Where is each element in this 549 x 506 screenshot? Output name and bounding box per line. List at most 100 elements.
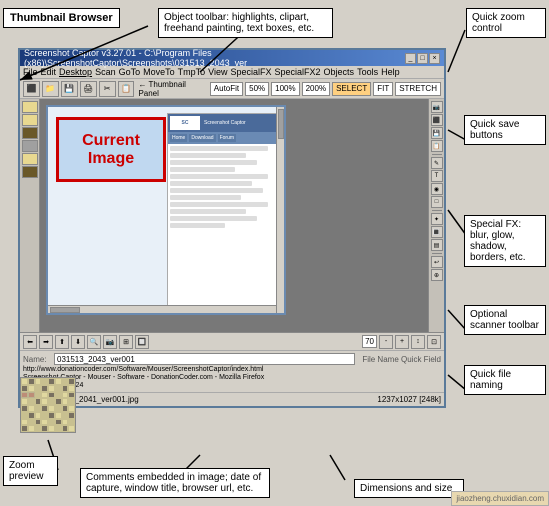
toolbar-btn-2[interactable]: 📁	[42, 81, 59, 97]
thumb-item-4[interactable]	[22, 140, 38, 152]
menu-edit[interactable]: Edit	[41, 67, 57, 77]
thumb-item-1[interactable]	[22, 101, 38, 113]
menu-file[interactable]: File	[23, 67, 38, 77]
toolbar-btn-3[interactable]: 💾	[61, 81, 78, 97]
menu-goto[interactable]: GoTo	[119, 67, 141, 77]
select-btn[interactable]: SELECT	[332, 82, 371, 96]
wp-header: SC Screenshot Captor	[168, 114, 281, 132]
btb-1[interactable]: ⬅	[23, 335, 37, 349]
rtb-3[interactable]: 💾	[431, 127, 443, 139]
zoom-value: 70	[362, 335, 377, 348]
menu-specialfx[interactable]: SpecialFX	[230, 67, 271, 77]
menu-tmpto[interactable]: TmpTo	[178, 67, 206, 77]
zc61	[48, 425, 55, 432]
btb-3[interactable]: ⬆	[55, 335, 69, 349]
thumb-item-3[interactable]	[22, 127, 38, 139]
horizontal-scrollbar[interactable]	[48, 305, 276, 313]
zc48	[68, 412, 75, 419]
app-bottom: ⬅ ➡ ⬆ ⬇ 🔍 📷 ⊞ 🔲 70 - + ↕ ⊡ Name: File Na…	[20, 332, 444, 406]
thumbnail-browser-annotation: Thumbnail Browser	[3, 8, 120, 28]
stretch-btn[interactable]: STRETCH	[395, 82, 441, 96]
current-image-text: Current Image	[59, 132, 163, 167]
zoom-scroll[interactable]: ↕	[411, 335, 425, 349]
rtb-5[interactable]: ✎	[431, 157, 443, 169]
vertical-scrollbar[interactable]	[276, 107, 284, 313]
thumbnail-panel-label: ← Thumbnail Panel	[136, 80, 205, 98]
rtb-11[interactable]: ▤	[431, 239, 443, 251]
hscroll-thumb[interactable]	[50, 307, 80, 313]
thumb-item-6[interactable]	[22, 166, 38, 178]
zc2	[28, 378, 35, 385]
thumb-item-2[interactable]	[22, 114, 38, 126]
btb-8[interactable]: 🔲	[135, 335, 149, 349]
zc16	[68, 385, 75, 392]
window-controls: _ □ ×	[405, 53, 440, 64]
zoom-fit[interactable]: ⊡	[427, 335, 441, 349]
app-window: Screenshot Captor v3.27.01 - C:\Program …	[18, 48, 446, 408]
btb-4[interactable]: ⬇	[71, 335, 85, 349]
btb-5[interactable]: 🔍	[87, 335, 101, 349]
autofit-btn[interactable]: AutoFit	[210, 82, 243, 96]
rtb-13[interactable]: ⊕	[431, 269, 443, 281]
rtb-6[interactable]: T	[431, 170, 443, 182]
menu-moveto[interactable]: MoveTo	[143, 67, 175, 77]
screenshot-frame: Current Image SC Screenshot Captor Home …	[46, 105, 286, 315]
menu-objects[interactable]: Objects	[324, 67, 355, 77]
btb-6[interactable]: 📷	[103, 335, 117, 349]
rtb-1[interactable]: 📷	[431, 101, 443, 113]
zoom-increase[interactable]: +	[395, 335, 409, 349]
file-name-field[interactable]	[54, 353, 355, 365]
app-title: Screenshot Captor v3.27.01 - C:\Program …	[24, 48, 405, 68]
menu-tools[interactable]: Tools	[357, 67, 378, 77]
zc45	[48, 412, 55, 419]
zc44	[41, 412, 48, 419]
zc24	[68, 392, 75, 399]
rtb-sep2	[432, 210, 442, 211]
fit-btn[interactable]: FIT	[373, 82, 393, 96]
rtb-9[interactable]: ✦	[431, 213, 443, 225]
menu-help[interactable]: Help	[381, 67, 400, 77]
zoom-decrease[interactable]: -	[379, 335, 393, 349]
zc25	[21, 398, 28, 405]
zc62	[55, 425, 62, 432]
close-button[interactable]: ×	[429, 53, 440, 64]
zc9	[21, 385, 28, 392]
thumb-item-5[interactable]	[22, 153, 38, 165]
menu-scan[interactable]: Scan	[95, 67, 116, 77]
menu-view[interactable]: View	[208, 67, 227, 77]
url-value: http://www.donationcoder.com/Software/Mo…	[23, 366, 263, 373]
zc17	[21, 392, 28, 399]
quick-file-annotation: Quick file naming	[464, 365, 546, 395]
toolbar-btn-4[interactable]: 🖨	[80, 81, 97, 97]
rtb-sep3	[432, 253, 442, 254]
rtb-10[interactable]: 🔳	[431, 226, 443, 238]
toolbar-btn-5[interactable]: ✂	[99, 81, 116, 97]
minimize-button[interactable]: _	[405, 53, 416, 64]
rtb-2[interactable]: ⬛	[431, 114, 443, 126]
toolbar-btn-6[interactable]: 📋	[118, 81, 135, 97]
zc13	[48, 385, 55, 392]
btb-7[interactable]: ⊞	[119, 335, 133, 349]
scroll-thumb[interactable]	[278, 109, 284, 139]
rtb-sep1	[432, 154, 442, 155]
zc51	[35, 419, 42, 426]
rtb-12[interactable]: ↩	[431, 256, 443, 268]
zc40	[68, 405, 75, 412]
maximize-button[interactable]: □	[417, 53, 428, 64]
toolbar-btn-1[interactable]: ⬛	[23, 81, 40, 97]
zoom-50[interactable]: 50%	[245, 82, 269, 96]
rtb-8[interactable]: □	[431, 196, 443, 208]
menu-desktop[interactable]: Desktop	[59, 67, 92, 77]
btb-2[interactable]: ➡	[39, 335, 53, 349]
zc7	[62, 378, 69, 385]
zoom-200[interactable]: 200%	[302, 82, 330, 96]
page-title-row: Screenshot Captor - Mouser - Software - …	[23, 374, 441, 381]
zc46	[55, 412, 62, 419]
menu-specialfx2[interactable]: SpecialFX2	[275, 67, 321, 77]
wp-title: Screenshot Captor	[202, 120, 246, 126]
zoom-100[interactable]: 100%	[271, 82, 299, 96]
zc19	[35, 392, 42, 399]
rtb-7[interactable]: ◉	[431, 183, 443, 195]
rtb-4[interactable]: 📋	[431, 140, 443, 152]
zc32	[68, 398, 75, 405]
